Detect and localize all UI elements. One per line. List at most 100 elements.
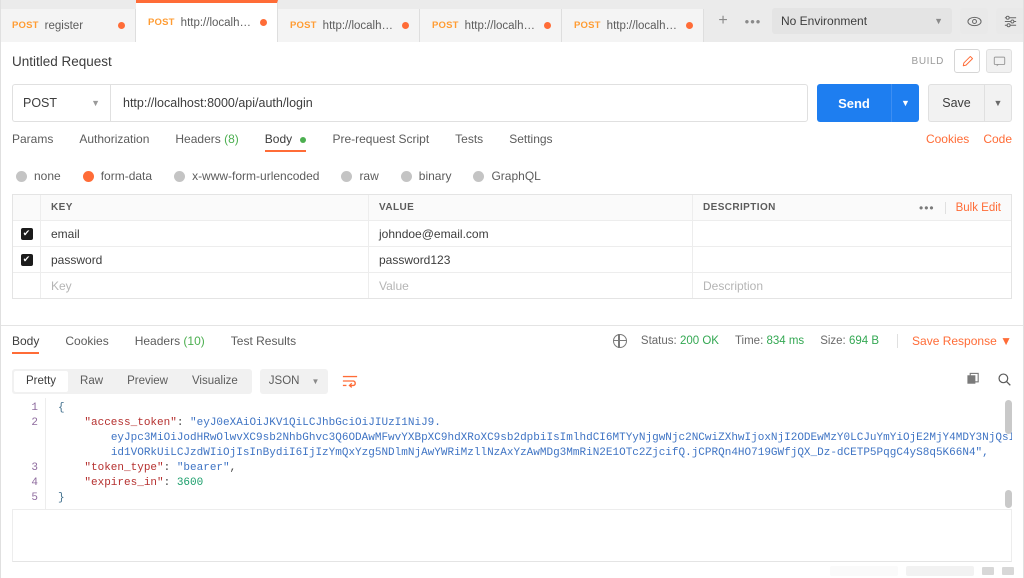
new-row-key-placeholder: Key bbox=[51, 278, 72, 293]
request-tab-3[interactable]: POST http://localhost:8… bbox=[420, 9, 562, 42]
search-response-button[interactable] bbox=[997, 372, 1012, 390]
new-row-key-input[interactable]: Key bbox=[41, 273, 369, 298]
response-body-empty-area bbox=[12, 510, 1012, 562]
row-value-input[interactable]: password123 bbox=[369, 247, 693, 272]
request-tab-2[interactable]: POST http://localhost:8… bbox=[278, 9, 420, 42]
tab-params[interactable]: Params bbox=[12, 132, 53, 152]
body-type-graphql[interactable]: GraphQL bbox=[473, 169, 541, 183]
build-edit-button[interactable] bbox=[954, 49, 980, 73]
request-tab-1[interactable]: POST http://localhost:8… bbox=[136, 0, 278, 42]
body-type-radio-group: none form-data x-www-form-urlencoded raw… bbox=[16, 166, 1016, 186]
row-description-input[interactable] bbox=[693, 247, 1011, 272]
cookies-link[interactable]: Cookies bbox=[926, 132, 969, 146]
response-format-selector[interactable]: JSON ▼ bbox=[259, 368, 329, 394]
tab-tests[interactable]: Tests bbox=[455, 132, 483, 152]
body-type-binary-label: binary bbox=[418, 169, 452, 183]
unsaved-dot-icon bbox=[402, 22, 409, 29]
tab-headers[interactable]: Headers (8) bbox=[175, 132, 238, 152]
row-checkbox[interactable]: ✔ bbox=[20, 253, 33, 266]
tab-body[interactable]: Body bbox=[264, 132, 307, 152]
row-key-input[interactable]: email bbox=[41, 221, 369, 246]
panel-splitter[interactable] bbox=[0, 322, 1024, 330]
build-comment-button[interactable] bbox=[986, 49, 1012, 73]
tab-options-button[interactable]: ••• bbox=[738, 5, 768, 38]
save-button[interactable]: Save bbox=[928, 84, 984, 122]
environment-quick-look-button[interactable] bbox=[960, 8, 988, 34]
request-tab-4[interactable]: POST http://localhost:8… bbox=[562, 9, 704, 42]
eye-icon bbox=[966, 16, 982, 26]
table-options-button[interactable]: ••• bbox=[919, 201, 935, 215]
row-value-input[interactable]: johndoe@email.com bbox=[369, 221, 693, 246]
tab-method: POST bbox=[12, 20, 39, 31]
send-options-button[interactable]: ▼ bbox=[891, 84, 919, 122]
tab-authorization[interactable]: Authorization bbox=[79, 132, 149, 152]
response-tab-test-results[interactable]: Test Results bbox=[231, 334, 296, 354]
send-button[interactable]: Send bbox=[817, 84, 891, 122]
save-response-button[interactable]: Save Response ▼ bbox=[897, 334, 1012, 348]
row-key-input[interactable]: password bbox=[41, 247, 369, 272]
http-method-selector[interactable]: POST ▼ bbox=[12, 84, 110, 122]
view-mode-raw[interactable]: Raw bbox=[68, 371, 115, 392]
response-tab-body[interactable]: Body bbox=[12, 334, 40, 354]
scrollbar-thumb[interactable] bbox=[1005, 400, 1012, 434]
status-bar-icon-1[interactable] bbox=[982, 567, 994, 575]
new-tab-button[interactable]: + bbox=[708, 5, 738, 38]
save-group: Save ▼ bbox=[928, 84, 1012, 122]
response-json-code[interactable]: { "access_token": "eyJ0eXAiOiJKV1QiLCJhb… bbox=[46, 398, 1012, 509]
environment-selector[interactable]: No Environment ▼ bbox=[772, 8, 952, 34]
body-type-binary[interactable]: binary bbox=[400, 169, 452, 183]
status-bar-chip-2[interactable] bbox=[906, 566, 974, 576]
json-key-token-type: "token_type" bbox=[84, 462, 164, 474]
response-tab-headers[interactable]: Headers (10) bbox=[135, 334, 205, 354]
response-tab-cookies[interactable]: Cookies bbox=[65, 334, 108, 354]
url-input[interactable]: http://localhost:8000/api/auth/login bbox=[110, 84, 808, 122]
tab-pre-request-script[interactable]: Pre-request Script bbox=[332, 132, 429, 152]
json-comma: , bbox=[229, 462, 237, 474]
radio-icon bbox=[473, 170, 485, 182]
status-bar-chip-1[interactable] bbox=[830, 566, 898, 576]
view-mode-pretty[interactable]: Pretty bbox=[14, 370, 69, 392]
save-options-button[interactable]: ▼ bbox=[984, 84, 1012, 122]
response-section-tabs: Body Cookies Headers (10) Test Results S… bbox=[12, 333, 1012, 360]
json-colon: : bbox=[176, 417, 191, 429]
json-open-brace: { bbox=[58, 402, 65, 414]
code-link[interactable]: Code bbox=[983, 132, 1012, 146]
body-type-raw[interactable]: raw bbox=[341, 169, 379, 183]
postman-window: POST register POST http://localhost:8… P… bbox=[0, 0, 1024, 578]
new-row-value-input[interactable]: Value bbox=[369, 273, 693, 298]
body-type-none-label: none bbox=[34, 169, 61, 183]
response-body-viewer[interactable]: 1 2 3 4 5 { "access_token": "eyJ0eXAiOiJ… bbox=[12, 398, 1012, 510]
build-label: BUILD bbox=[911, 55, 944, 67]
unsaved-dot-icon bbox=[260, 19, 267, 26]
size-value: 694 B bbox=[848, 335, 880, 347]
copy-response-button[interactable] bbox=[966, 372, 981, 390]
request-tab-0[interactable]: POST register bbox=[0, 9, 136, 42]
response-controls-right bbox=[966, 372, 1012, 390]
body-type-form-data[interactable]: form-data bbox=[82, 169, 153, 183]
body-type-urlencoded[interactable]: x-www-form-urlencoded bbox=[174, 169, 319, 183]
body-type-none[interactable]: none bbox=[16, 169, 61, 183]
view-mode-preview[interactable]: Preview bbox=[115, 371, 180, 392]
table-row[interactable]: ✔ password password123 bbox=[13, 247, 1011, 273]
status-label: Status: bbox=[640, 335, 677, 347]
row-checkbox[interactable]: ✔ bbox=[20, 227, 33, 240]
json-colon: : bbox=[163, 477, 177, 489]
scrollbar-thumb-secondary[interactable] bbox=[1005, 490, 1012, 508]
response-scrollbar[interactable] bbox=[1005, 398, 1012, 510]
view-mode-visualize[interactable]: Visualize bbox=[180, 371, 250, 392]
table-row[interactable]: ✔ email johndoe@email.com bbox=[13, 221, 1011, 247]
new-row-value-placeholder: Value bbox=[379, 278, 409, 293]
tab-authorization-label: Authorization bbox=[79, 132, 150, 146]
status-bar-icon-2[interactable] bbox=[1002, 567, 1014, 575]
bulk-edit-button[interactable]: Bulk Edit bbox=[944, 201, 1001, 214]
body-type-form-data-label: form-data bbox=[100, 169, 153, 183]
table-row-empty[interactable]: Key Value Description bbox=[13, 273, 1011, 299]
json-colon: : bbox=[163, 462, 177, 474]
tab-settings[interactable]: Settings bbox=[509, 132, 552, 152]
tab-headers-count: (8) bbox=[224, 132, 239, 146]
sliders-icon bbox=[1004, 15, 1016, 27]
wrap-lines-button[interactable] bbox=[338, 369, 362, 394]
environment-settings-button[interactable] bbox=[996, 8, 1024, 34]
new-row-description-input[interactable]: Description bbox=[693, 273, 1011, 298]
row-description-input[interactable] bbox=[693, 221, 1011, 246]
